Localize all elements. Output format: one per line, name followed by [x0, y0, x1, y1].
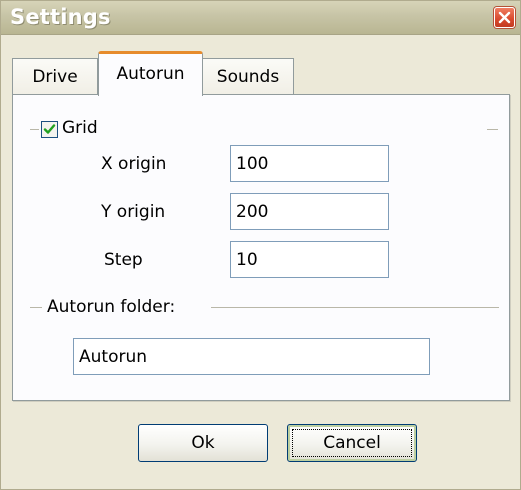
y-origin-input[interactable]: 200	[230, 193, 389, 230]
tab-drive[interactable]: Drive	[12, 58, 98, 94]
step-label: Step	[104, 250, 143, 270]
tab-drive-label: Drive	[32, 67, 78, 87]
settings-dialog: Settings Drive Sounds Autorun Grid X ori…	[0, 0, 521, 490]
grid-checkbox-label: Grid	[62, 118, 98, 138]
x-origin-value: 100	[236, 153, 269, 174]
y-origin-value: 200	[236, 201, 269, 222]
focus-rectangle	[292, 429, 412, 457]
autorun-group-line-left	[30, 307, 42, 308]
title-bar[interactable]: Settings	[1, 1, 520, 35]
autorun-folder-value: Autorun	[79, 346, 148, 367]
autorun-folder-label: Autorun folder:	[47, 297, 176, 317]
grid-group-line-left	[30, 129, 39, 130]
ok-button-label: Ok	[191, 433, 215, 453]
tab-autorun-label: Autorun	[116, 64, 185, 84]
x-origin-label: X origin	[101, 154, 167, 174]
cancel-button[interactable]: Cancel	[287, 424, 417, 462]
y-origin-label: Y origin	[101, 202, 166, 222]
step-input[interactable]: 10	[230, 241, 389, 278]
step-value: 10	[236, 249, 258, 270]
autorun-folder-input[interactable]: Autorun	[73, 338, 430, 375]
autorun-group-line-right	[211, 307, 499, 308]
close-icon	[498, 11, 511, 24]
close-button[interactable]	[494, 7, 515, 28]
ok-button[interactable]: Ok	[138, 424, 268, 462]
tab-sounds-label: Sounds	[216, 67, 280, 87]
grid-group-line-right	[487, 129, 498, 130]
x-origin-input[interactable]: 100	[230, 145, 389, 182]
tab-autorun[interactable]: Autorun	[98, 51, 203, 96]
tab-sounds[interactable]: Sounds	[202, 58, 294, 94]
window-title: Settings	[10, 5, 111, 29]
grid-checkbox[interactable]	[41, 121, 58, 138]
checkmark-icon	[43, 124, 56, 134]
